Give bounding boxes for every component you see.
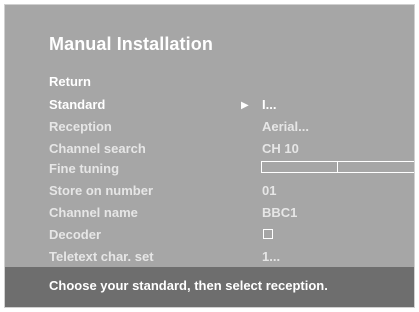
fine-tuning-slider[interactable]: [261, 161, 414, 173]
menu-item-teletext-char-set[interactable]: Teletext char. set: [49, 249, 154, 265]
menu-item-reception[interactable]: Reception: [49, 119, 112, 135]
menu-item-store-on-number[interactable]: Store on number: [49, 183, 153, 199]
help-text: Choose your standard, then select recept…: [49, 278, 328, 293]
decoder-checkbox[interactable]: [263, 229, 273, 239]
osd-menu-screen: Manual Installation Return Standard ▶ I.…: [4, 4, 415, 308]
channel-name-value[interactable]: BBC1: [262, 205, 297, 221]
right-arrow-icon: ▶: [241, 100, 249, 111]
menu-item-channel-search[interactable]: Channel search: [49, 141, 146, 157]
menu-item-fine-tuning[interactable]: Fine tuning: [49, 161, 119, 177]
status-bar: Choose your standard, then select recept…: [5, 267, 414, 307]
menu-item-channel-name[interactable]: Channel name: [49, 205, 138, 221]
menu-item-standard[interactable]: Standard: [49, 97, 105, 113]
page-title: Manual Installation: [49, 34, 213, 54]
reception-value[interactable]: Aerial...: [262, 119, 309, 135]
menu-item-decoder[interactable]: Decoder: [49, 227, 101, 243]
teletext-value[interactable]: 1...: [262, 249, 280, 265]
menu-item-return[interactable]: Return: [49, 74, 91, 90]
channel-search-value[interactable]: CH 10: [262, 141, 299, 157]
store-on-number-value[interactable]: 01: [262, 183, 276, 199]
standard-value[interactable]: I...: [262, 97, 276, 113]
fine-tuning-slider-fill: [262, 162, 338, 172]
